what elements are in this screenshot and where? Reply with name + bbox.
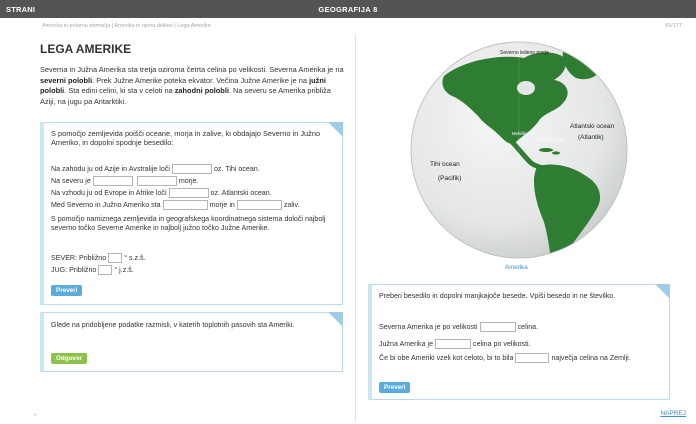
answer-input-sea[interactable] [162,200,208,210]
answer-input-north-b[interactable] [136,176,177,186]
page-counter: 65/177 [665,23,682,29]
answer-input-north-size[interactable] [479,322,516,332]
answer-input-both-size[interactable] [515,353,550,364]
breadcrumb: Amerika in polarna območja | Amerika in … [42,23,211,29]
page-title: LEGA AMERIKE [40,42,132,56]
map-caption[interactable]: Amerika [505,264,528,271]
label-arctic-sea: Severno ledeno morje [500,50,549,56]
fill-line-between: Med Severno in Južno Ameriko sta morje in… [51,200,300,210]
label-atlantic: Atlantski ocean [570,123,614,130]
fill-line-north: Na severu je morje. [51,176,199,186]
exercise-box-size: Preberi besedilo in dopolni manjkajoče b… [368,284,670,400]
fill-line-south-size: Južna Amerika je celina po velikosti. [379,339,531,349]
fill-line-east: Na vzhodu ju od Evrope in Afrike loči oz.… [51,188,272,198]
check-button[interactable]: Preveri [51,285,83,296]
exercise-box-oceans: S pomočjo zemljevida poišči oceane, morj… [40,122,343,305]
top-bar: STRANI GEOGRAFIJA 8 [0,0,696,18]
intro-paragraph: Severna in Južna Amerika sta tretja ozir… [40,65,344,106]
answer-input-south-size[interactable] [435,339,472,349]
exercise-task: Glede na pridobljene podatke razmisli, v… [51,321,295,329]
column-divider [355,34,356,422]
fill-line-sever: SEVER: Približno ° s.z.š. [51,253,146,263]
exercise-task: Preberi besedilo in dopolni manjkajoče b… [379,292,616,300]
globe-map-image: Severno ledeno morje Atlantski ocean (At… [410,41,628,259]
fill-line-jug: JUG: Približno ° j.z.š. [51,265,134,275]
next-page-link[interactable]: NAPREJ [660,410,686,417]
globe-map: Severno ledeno morje Atlantski ocean (At… [404,38,634,262]
fill-line-west: Na zahodu ju od Azije in Avstralije loči… [51,164,260,174]
exercise-task: S pomočjo zemljevida poišči oceane, morj… [51,129,321,148]
label-gulf-mexico: Mehiški zaliv [512,131,537,136]
prev-page-link[interactable]: « [34,412,37,418]
exercise-task-coordinates: S pomočjo namiznega zemljevida in geogra… [51,215,326,233]
fill-line-both-size: Če bi obe Ameriki vzeli kot celoto, bi t… [379,353,631,364]
label-caribbean: Karibsko morje [536,137,565,142]
check-button[interactable]: Preveri [379,382,411,393]
fill-line-north-size: Severna Amerika je po velikosti celina. [379,322,539,332]
label-pacific-paren: (Pacifik) [438,175,461,182]
answer-input-jug[interactable] [98,265,113,275]
answer-input-sever[interactable] [108,253,123,263]
answer-input-north-a[interactable] [92,176,133,186]
book-title: GEOGRAFIJA 8 [318,5,378,14]
answer-button[interactable]: Odgovor [51,353,88,364]
answer-input-gulf[interactable] [236,200,282,210]
answer-input-west[interactable] [171,164,212,174]
label-pacific: Tihi ocean [430,161,460,168]
label-atlantic-paren: (Atlantik) [578,134,604,141]
answer-input-east[interactable] [168,188,209,198]
exercise-box-climate: Glede na pridobljene podatke razmisli, v… [40,312,343,372]
